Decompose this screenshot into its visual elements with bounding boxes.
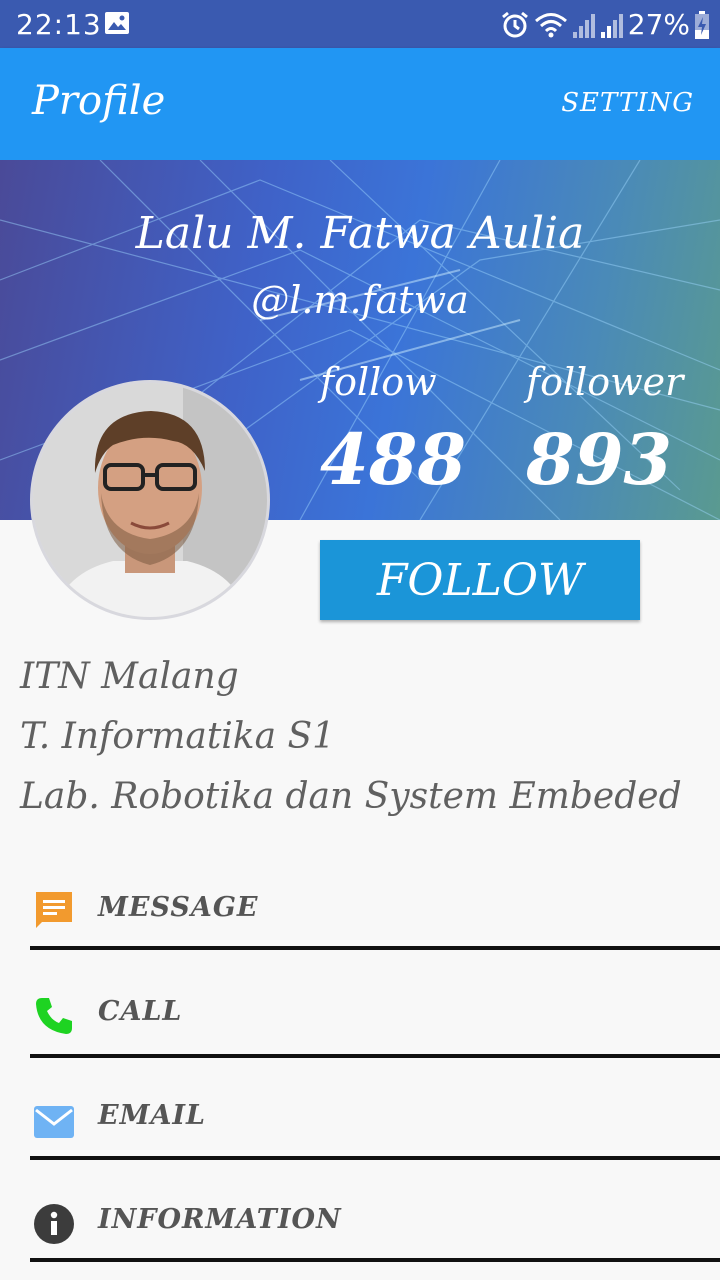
info-line-institution: ITN Malang — [20, 656, 239, 697]
menu-label-information: INFORMATION — [98, 1204, 342, 1235]
gallery-notification-icon — [105, 12, 129, 34]
signal-icon-1 — [572, 13, 595, 38]
menu-label-email: EMAIL — [98, 1100, 207, 1131]
follower-label: follower — [526, 360, 684, 404]
status-indicators: 27% — [500, 8, 710, 41]
app-bar: Profile SETTING — [0, 48, 720, 160]
menu-item-information[interactable]: INFORMATION — [0, 1158, 720, 1262]
info-line-lab: Lab. Robotika dan System Embeded — [20, 776, 682, 817]
alarm-icon — [501, 11, 528, 37]
status-bar: 22:13 27% — [0, 0, 720, 48]
avatar[interactable] — [30, 380, 270, 620]
menu-item-message[interactable]: MESSAGE — [0, 846, 720, 950]
menu-label-call: CALL — [98, 996, 183, 1027]
follower-count: 893 — [526, 418, 673, 501]
signal-icon-2 — [600, 13, 623, 38]
menu-item-email[interactable]: EMAIL — [0, 1054, 720, 1160]
divider — [30, 1258, 720, 1262]
avatar-photo — [33, 383, 267, 617]
battery-percent: 27% — [627, 8, 690, 41]
profile-name: Lalu M. Fatwa Aulia — [135, 208, 585, 259]
info-line-department: T. Informatika S1 — [20, 716, 336, 757]
profile-handle: @l.m.fatwa — [251, 278, 469, 322]
setting-button[interactable]: SETTING — [561, 88, 694, 118]
menu-item-call[interactable]: CALL — [0, 950, 720, 1058]
info-icon — [34, 1204, 74, 1244]
battery-icon — [695, 10, 709, 39]
wifi-icon — [534, 12, 567, 37]
status-time: 22:13 — [16, 8, 102, 41]
message-icon — [36, 892, 72, 928]
phone-icon — [36, 998, 72, 1034]
follow-button[interactable]: FOLLOW — [320, 540, 640, 620]
page-title: Profile — [32, 78, 166, 124]
menu-label-message: MESSAGE — [98, 892, 259, 923]
email-icon — [34, 1106, 74, 1138]
follow-count: 488 — [320, 418, 467, 501]
follow-label: follow — [320, 360, 437, 404]
